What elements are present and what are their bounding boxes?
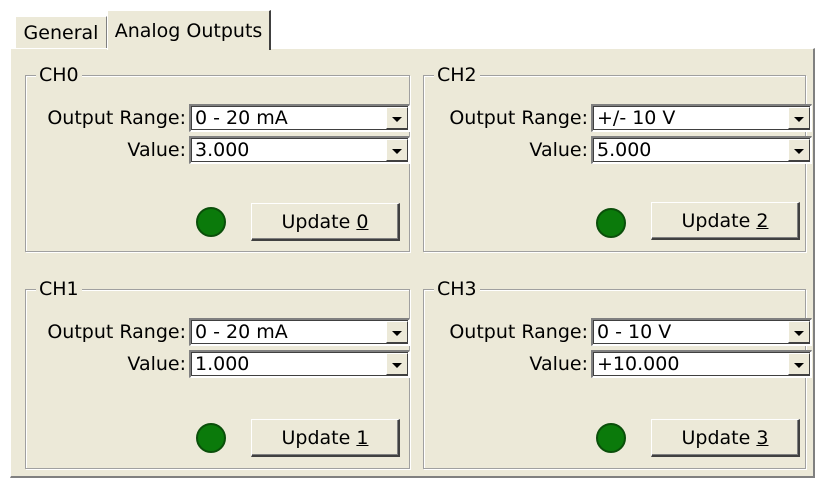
ch2-output-range-value: +/- 10 V	[597, 107, 676, 129]
update-2-hotkey: 2	[756, 209, 769, 232]
ch3-output-range-select[interactable]: 0 - 10 V	[591, 318, 812, 346]
group-ch0: CH0 Output Range: 0 - 20 mA Value: 3.000…	[25, 63, 410, 252]
update-1-hotkey: 1	[356, 426, 369, 449]
group-ch1-title: CH1	[36, 277, 82, 301]
chevron-down-icon	[794, 362, 804, 368]
ch1-range-dropdown-button[interactable]	[386, 321, 408, 343]
ch3-value-label: Value:	[529, 353, 588, 375]
tab-analog-outputs-label: Analog Outputs	[114, 20, 263, 42]
ch0-value: 3.000	[195, 139, 250, 161]
group-ch0-title: CH0	[36, 63, 82, 87]
ch3-status-led-icon	[596, 423, 626, 453]
ch1-value-select[interactable]: 1.000	[189, 350, 410, 378]
ch1-output-range-value: 0 - 20 mA	[195, 321, 288, 343]
ch3-range-label: Output Range:	[449, 321, 588, 343]
group-ch3-title: CH3	[434, 277, 480, 301]
ch0-output-range-value: 0 - 20 mA	[195, 107, 288, 129]
ch3-value-select[interactable]: +10.000	[591, 350, 812, 378]
update-0-hotkey: 0	[356, 210, 369, 233]
ch1-output-range-select[interactable]: 0 - 20 mA	[189, 318, 410, 346]
ch2-value-select[interactable]: 5.000	[591, 136, 812, 164]
chevron-down-icon	[794, 148, 804, 154]
update-2-button[interactable]: Update 2	[651, 202, 800, 240]
ch3-range-dropdown-button[interactable]	[788, 321, 810, 343]
ch3-value: +10.000	[597, 353, 680, 375]
ch0-value-dropdown-button[interactable]	[386, 139, 408, 161]
ch2-value: 5.000	[597, 139, 652, 161]
ch2-value-dropdown-button[interactable]	[788, 139, 810, 161]
update-1-label: Update	[281, 426, 357, 449]
ch1-value-dropdown-button[interactable]	[386, 353, 408, 375]
chevron-down-icon	[794, 116, 804, 122]
group-ch2: CH2 Output Range: +/- 10 V Value: 5.000 …	[423, 63, 812, 252]
ch0-range-dropdown-button[interactable]	[386, 107, 408, 129]
tab-panel-analog-outputs: CH0 Output Range: 0 - 20 mA Value: 3.000…	[10, 48, 815, 478]
tab-general-label: General	[23, 21, 99, 44]
ch1-status-led-icon	[196, 423, 226, 453]
ch0-status-led-icon	[196, 207, 226, 237]
chevron-down-icon	[392, 148, 402, 154]
chevron-down-icon	[392, 116, 402, 122]
update-2-label: Update	[681, 209, 757, 232]
ch0-value-select[interactable]: 3.000	[189, 136, 410, 164]
group-ch1: CH1 Output Range: 0 - 20 mA Value: 1.000…	[25, 277, 410, 469]
group-ch2-title: CH2	[434, 63, 480, 87]
ch0-range-label: Output Range:	[47, 107, 186, 129]
update-0-button[interactable]: Update 0	[251, 203, 400, 241]
update-0-label: Update	[281, 210, 357, 233]
group-ch3: CH3 Output Range: 0 - 10 V Value: +10.00…	[423, 277, 812, 469]
tab-general[interactable]: General	[15, 16, 107, 48]
ch1-value-label: Value:	[127, 353, 186, 375]
ch1-range-label: Output Range:	[47, 321, 186, 343]
ch2-range-dropdown-button[interactable]	[788, 107, 810, 129]
update-3-hotkey: 3	[756, 426, 769, 449]
chevron-down-icon	[392, 362, 402, 368]
ch3-value-dropdown-button[interactable]	[788, 353, 810, 375]
ch2-output-range-select[interactable]: +/- 10 V	[591, 104, 812, 132]
ch0-output-range-select[interactable]: 0 - 20 mA	[189, 104, 410, 132]
ch2-status-led-icon	[596, 208, 626, 238]
ch1-value: 1.000	[195, 353, 250, 375]
ch2-range-label: Output Range:	[449, 107, 588, 129]
chevron-down-icon	[392, 330, 402, 336]
ch3-output-range-value: 0 - 10 V	[597, 321, 672, 343]
ch0-value-label: Value:	[127, 139, 186, 161]
update-3-button[interactable]: Update 3	[651, 419, 800, 457]
update-3-label: Update	[681, 426, 757, 449]
chevron-down-icon	[794, 330, 804, 336]
ch2-value-label: Value:	[529, 139, 588, 161]
tab-analog-outputs[interactable]: Analog Outputs	[107, 10, 271, 50]
update-1-button[interactable]: Update 1	[251, 419, 400, 457]
